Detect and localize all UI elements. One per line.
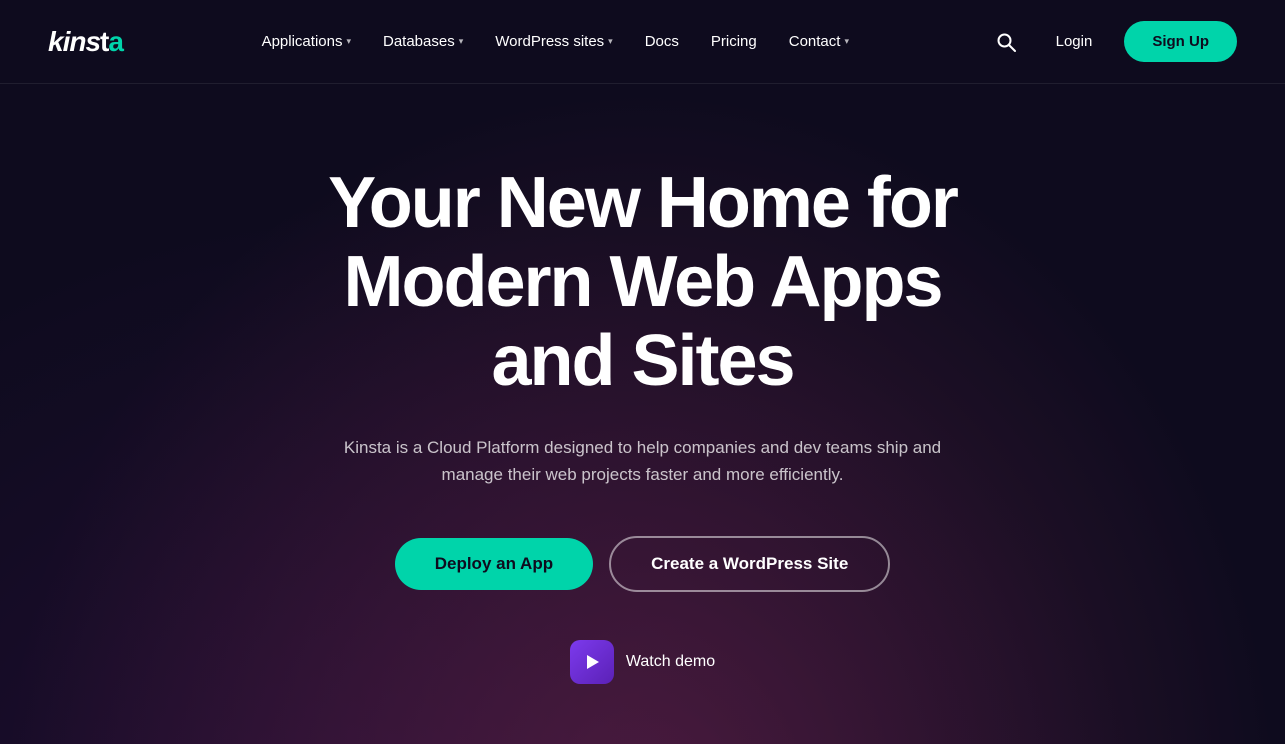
nav-links: Applications ▾ Databases ▾ WordPress sit…	[248, 25, 863, 58]
logo[interactable]: kinsta	[48, 26, 123, 58]
search-icon	[996, 32, 1016, 52]
chevron-down-icon: ▾	[608, 36, 613, 47]
hero-section: Your New Home for Modern Web Apps and Si…	[0, 84, 1285, 744]
watch-demo-label: Watch demo	[626, 653, 715, 671]
logo-text: kinsta	[48, 26, 123, 58]
deploy-app-button[interactable]: Deploy an App	[395, 538, 593, 590]
nav-link-docs[interactable]: Docs	[631, 25, 693, 58]
hero-buttons: Deploy an App Create a WordPress Site	[395, 536, 891, 592]
search-button[interactable]	[988, 24, 1024, 60]
create-wordpress-button[interactable]: Create a WordPress Site	[609, 536, 890, 592]
nav-item-wordpress-sites[interactable]: WordPress sites ▾	[481, 25, 626, 58]
navigation: kinsta Applications ▾ Databases ▾ WordPr…	[0, 0, 1285, 84]
chevron-down-icon: ▾	[459, 36, 464, 47]
play-triangle-icon	[587, 655, 599, 669]
nav-item-applications[interactable]: Applications ▾	[248, 25, 365, 58]
nav-item-contact[interactable]: Contact ▾	[775, 25, 863, 58]
watch-demo-link[interactable]: Watch demo	[570, 640, 715, 684]
nav-link-applications[interactable]: Applications ▾	[248, 25, 365, 58]
nav-link-wordpress-sites[interactable]: WordPress sites ▾	[481, 25, 626, 58]
nav-link-databases[interactable]: Databases ▾	[369, 25, 477, 58]
nav-link-pricing[interactable]: Pricing	[697, 25, 771, 58]
chevron-down-icon: ▾	[844, 36, 849, 47]
nav-item-databases[interactable]: Databases ▾	[369, 25, 477, 58]
signup-button[interactable]: Sign Up	[1124, 21, 1237, 62]
chevron-down-icon: ▾	[346, 36, 351, 47]
nav-item-docs[interactable]: Docs	[631, 25, 693, 58]
play-button-icon	[570, 640, 614, 684]
login-button[interactable]: Login	[1040, 25, 1109, 58]
hero-title: Your New Home for Modern Web Apps and Si…	[293, 164, 993, 402]
nav-actions: Login Sign Up	[988, 21, 1237, 62]
nav-item-pricing[interactable]: Pricing	[697, 25, 771, 58]
nav-link-contact[interactable]: Contact ▾	[775, 25, 863, 58]
hero-subtitle: Kinsta is a Cloud Platform designed to h…	[333, 434, 953, 488]
